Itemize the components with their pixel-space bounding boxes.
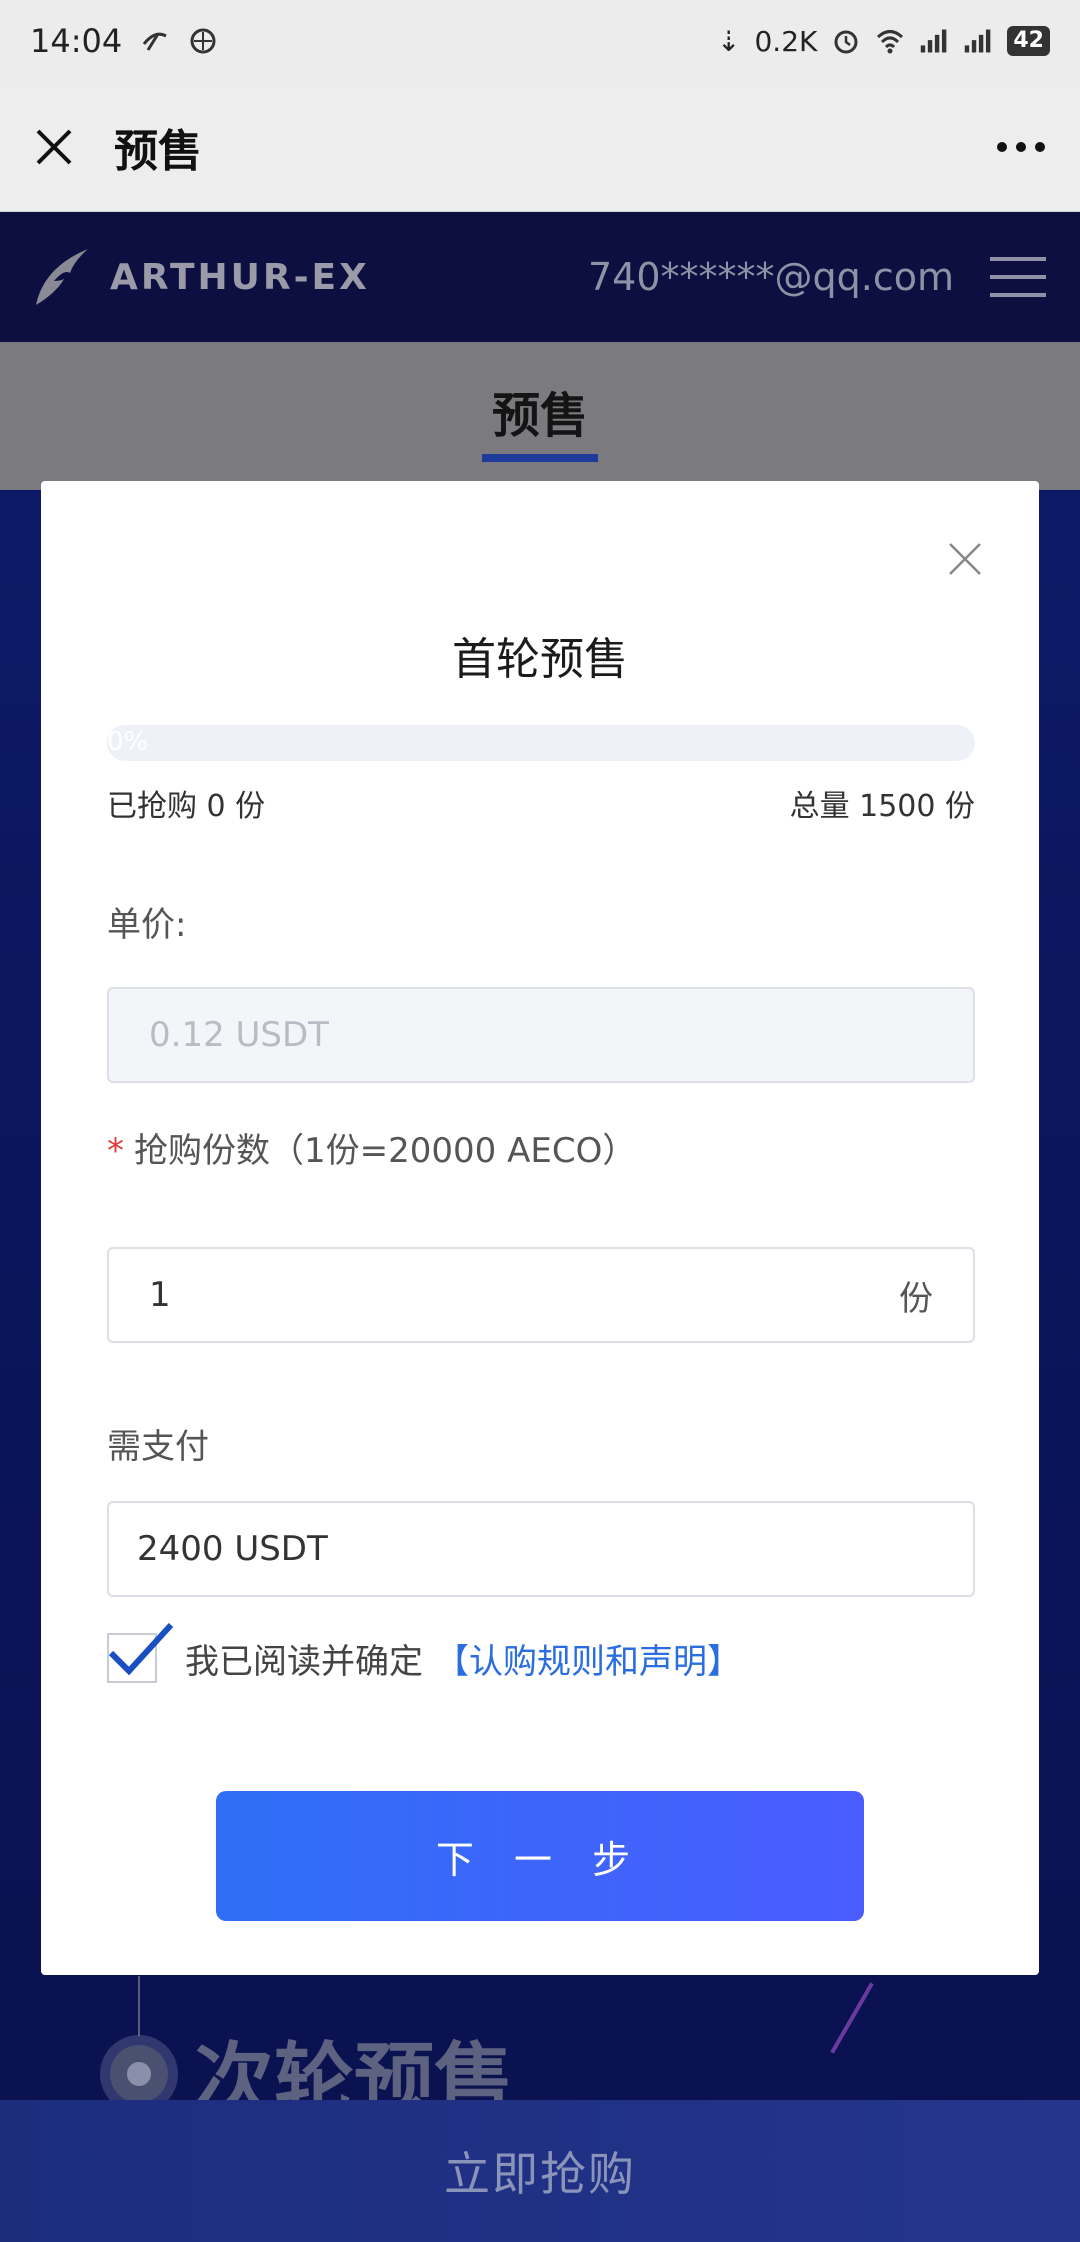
more-options-icon[interactable] — [996, 141, 1046, 153]
quantity-unit: 份 — [899, 1278, 933, 1319]
alarm-icon — [834, 30, 858, 54]
site-header: ARTHUR-EX 740******@qq.com — [0, 212, 1080, 342]
timeline-dot-icon — [110, 2045, 168, 2103]
next-step-button[interactable]: 下 一 步 — [216, 1791, 864, 1921]
close-icon[interactable] — [34, 127, 74, 167]
page-title: 预售 — [114, 125, 202, 177]
required-marker: * — [107, 1131, 124, 1171]
price-label: 单价: — [107, 905, 187, 945]
bought-count: 已抢购 0 份 — [107, 789, 266, 824]
agree-checkbox[interactable] — [107, 1622, 174, 1683]
china-mobile-icon — [190, 28, 216, 54]
webview-titlebar: 预售 — [0, 82, 1080, 212]
tab-active-indicator — [482, 454, 598, 462]
agree-text: 我已阅读并确定 — [185, 1641, 423, 1682]
quantity-label-text: 抢购份数（1份=20000 AECO） — [134, 1131, 637, 1171]
logo-wing-icon — [36, 249, 88, 305]
tab-strip: 预售 — [0, 342, 1080, 490]
tab-presale[interactable]: 预售 — [0, 376, 1080, 446]
terms-link[interactable]: 【认购规则和声明】 — [435, 1634, 741, 1683]
checkmark-icon — [108, 1622, 174, 1676]
logo-text: ARTHUR-EX — [110, 256, 370, 298]
total-count: 总量 1500 份 — [789, 789, 975, 824]
price-value: 0.12 USDT — [149, 1015, 329, 1055]
download-speed-icon: ⇣ — [717, 24, 741, 58]
payment-field: 2400 USDT — [107, 1501, 975, 1597]
buy-now-label: 立即抢购 — [444, 2147, 636, 2201]
quantity-input[interactable]: 1 份 — [107, 1247, 975, 1343]
user-email[interactable]: 740******@qq.com — [588, 255, 954, 299]
china-telecom-icon — [143, 32, 167, 51]
quantity-value: 1 — [149, 1275, 171, 1315]
status-bar: 14:04 ⇣ 0.2K 42 — [0, 0, 1080, 82]
signal-icon — [921, 29, 947, 53]
payment-label: 需支付 — [107, 1427, 209, 1467]
progress-bar: 0% — [107, 725, 975, 761]
presale-modal: 首轮预售 0% 已抢购 0 份 总量 1500 份 单价: 0.12 USDT … — [41, 481, 1039, 1975]
menu-icon[interactable] — [990, 255, 1046, 299]
quantity-label: * 抢购份数（1份=20000 AECO） — [107, 1123, 636, 1172]
modal-title: 首轮预售 — [452, 634, 628, 685]
modal-close-icon[interactable] — [947, 541, 983, 577]
progress-text: 0% — [107, 727, 149, 757]
agreement-row: 我已阅读并确定 【认购规则和声明】 — [107, 1622, 741, 1683]
status-time: 14:04 — [30, 22, 123, 60]
signal-icon-2 — [965, 29, 991, 53]
net-speed: 0.2K — [754, 24, 818, 58]
wifi-icon — [877, 30, 904, 54]
price-field: 0.12 USDT — [107, 987, 975, 1083]
payment-value: 2400 USDT — [137, 1529, 328, 1569]
buy-now-button[interactable]: 立即抢购 — [0, 2100, 1080, 2242]
battery-icon: 42 — [1007, 26, 1050, 56]
